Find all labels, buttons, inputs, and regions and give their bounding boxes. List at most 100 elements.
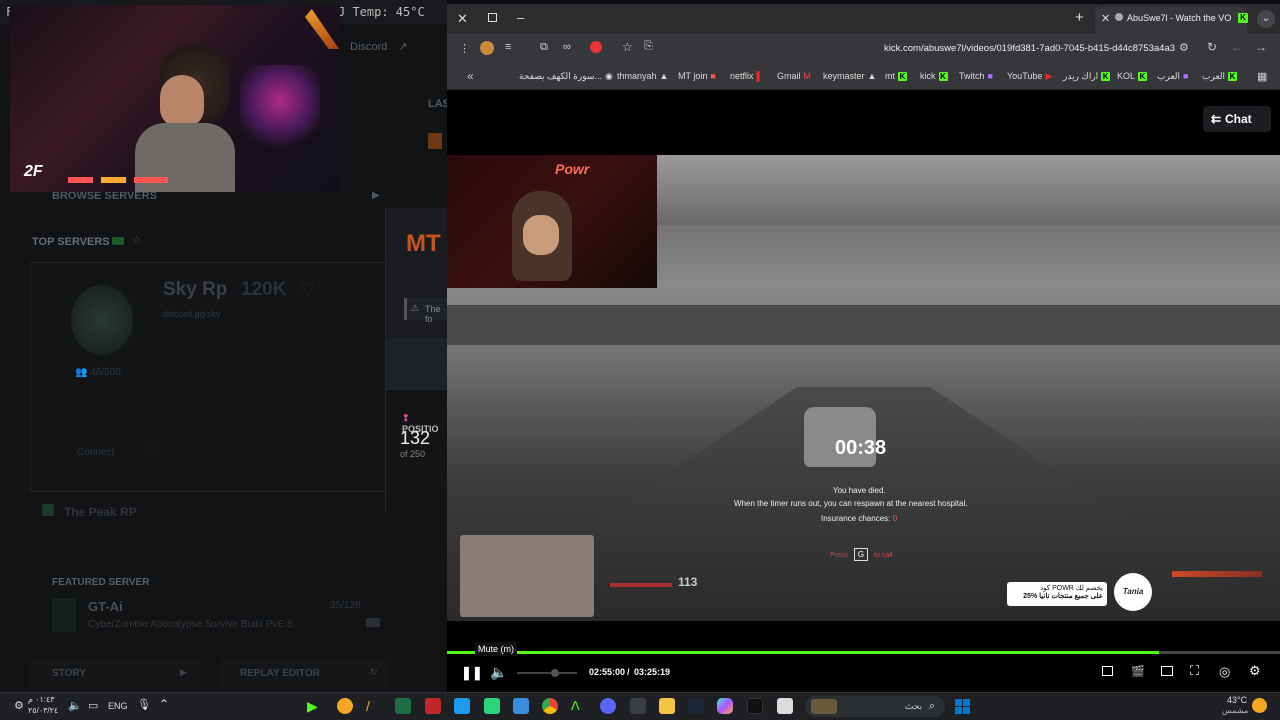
folder-app-icon[interactable] bbox=[659, 698, 675, 714]
menu-icon[interactable]: ⋮ bbox=[459, 42, 470, 55]
bookmark-item[interactable]: mt K bbox=[885, 71, 907, 82]
store-app-icon[interactable] bbox=[630, 698, 646, 714]
tiktok-app-icon[interactable] bbox=[747, 698, 763, 714]
weather-temp[interactable]: 43°C bbox=[1227, 695, 1247, 705]
reload-icon[interactable]: ↻ bbox=[1207, 40, 1217, 54]
language-indicator[interactable]: ENG bbox=[108, 701, 128, 711]
new-tab-icon[interactable]: + bbox=[1075, 9, 1084, 26]
bookmarks-overflow-icon[interactable]: « bbox=[467, 69, 474, 83]
star-icon[interactable]: ☆ bbox=[132, 235, 141, 246]
bookmark-item[interactable]: keymaster ▲ bbox=[823, 71, 876, 81]
bookmark-item[interactable]: سورة الكهف بصفحة... ◉ bbox=[519, 71, 613, 82]
settings-tray-icon[interactable]: ⚙ bbox=[14, 699, 24, 712]
heart-icon[interactable]: ♡ bbox=[301, 280, 314, 298]
bookmarks-bar: « سورة الكهف بصفحة... ◉ thmanyah ▲ MT join… bbox=[447, 64, 1280, 90]
press-prompt: Press G to call bbox=[830, 548, 892, 561]
photos-app-icon[interactable] bbox=[513, 698, 529, 714]
server-name: Sky Rp bbox=[163, 279, 228, 300]
bookmark-item[interactable]: العرب ■ bbox=[1157, 71, 1188, 82]
weather-desc[interactable]: مشمس bbox=[1222, 706, 1248, 715]
play-app-icon[interactable]: ▶ bbox=[307, 698, 323, 714]
forward-icon[interactable]: → bbox=[1255, 40, 1267, 54]
video-player[interactable]: Powr 00:38 You have died. When the timer… bbox=[447, 155, 1280, 621]
clock-time[interactable]: ٠١:٤٣ م bbox=[28, 695, 55, 704]
kick-icon: K bbox=[1138, 72, 1148, 82]
bookmark-item[interactable]: KOL K bbox=[1117, 71, 1148, 82]
play-icon[interactable]: ▶ bbox=[372, 190, 380, 201]
tray-overflow-icon[interactable]: ⌃ bbox=[159, 697, 169, 711]
peak-rp-label[interactable]: The Peak RP bbox=[64, 505, 137, 519]
extensions-icon[interactable]: ⧉ bbox=[540, 41, 548, 54]
bookmark-item[interactable]: MT join ■ bbox=[678, 71, 716, 81]
time-separator: / bbox=[627, 667, 630, 677]
feather-app-icon[interactable]: / bbox=[366, 698, 382, 714]
chat-button[interactable]: ⇇ Chat bbox=[1203, 106, 1271, 132]
reading-list-icon[interactable]: ≡ bbox=[505, 41, 511, 53]
settings-gear-icon[interactable]: ⚙ bbox=[1249, 663, 1261, 679]
site-settings-icon[interactable]: ⚙ bbox=[1179, 41, 1189, 54]
network-tray-icon[interactable]: ▭ bbox=[88, 699, 98, 712]
bookmark-item[interactable]: العرب K bbox=[1202, 71, 1238, 82]
hud-bar bbox=[1172, 571, 1262, 577]
microphone-tray-icon[interactable]: 🎙 bbox=[137, 698, 151, 711]
close-window-icon[interactable]: ✕ bbox=[457, 11, 468, 27]
pip-icon[interactable] bbox=[1102, 666, 1113, 676]
back-icon[interactable]: ← bbox=[1231, 40, 1243, 54]
bookmark-item[interactable]: kick K bbox=[920, 71, 948, 82]
steam-app-icon[interactable] bbox=[688, 698, 704, 714]
glasses-icon[interactable]: ∞ bbox=[563, 41, 571, 53]
volume-slider[interactable] bbox=[517, 669, 577, 677]
replay-editor-tab[interactable]: REPLAY EDITOR ↻ bbox=[220, 658, 390, 688]
speaker-tray-icon[interactable]: 🔈 bbox=[68, 699, 82, 712]
volume-icon[interactable]: 🔈 bbox=[490, 664, 507, 681]
adblock-icon[interactable] bbox=[590, 41, 602, 53]
progress-track[interactable] bbox=[447, 651, 1280, 654]
clock-date[interactable]: ٢٥/٠٣/٢٤ bbox=[28, 706, 58, 715]
bookmark-item[interactable]: اراك ريدر K bbox=[1063, 71, 1111, 82]
bookmark-item[interactable]: YouTube ▶ bbox=[1007, 71, 1052, 82]
bookmark-item[interactable]: Twitch ■ bbox=[959, 71, 993, 81]
active-tab[interactable]: ✕ AbuSwe7l - Watch the VOD K bbox=[1095, 7, 1248, 34]
taskbar-search[interactable]: بحث ⌕ bbox=[805, 696, 945, 717]
tab-audio-icon bbox=[1115, 13, 1123, 21]
notepad-app-icon[interactable] bbox=[777, 698, 793, 714]
profile-avatar[interactable] bbox=[480, 41, 494, 55]
bookmark-item[interactable]: thmanyah ▲ bbox=[617, 71, 668, 81]
whatsapp-app-icon[interactable] bbox=[484, 698, 500, 714]
clip-icon[interactable]: 🎬 bbox=[1131, 665, 1145, 678]
tab-search-icon[interactable]: ⌄ bbox=[1257, 10, 1275, 28]
quality-icon[interactable]: ◎ bbox=[1219, 664, 1230, 680]
search-icon: ⌕ bbox=[929, 700, 936, 712]
windows-start-icon[interactable] bbox=[955, 699, 970, 714]
sun-icon[interactable] bbox=[1252, 698, 1267, 713]
connect-button[interactable]: Connect bbox=[77, 447, 114, 458]
twitter-app-icon[interactable] bbox=[454, 698, 470, 714]
rockstar-app-icon[interactable] bbox=[425, 698, 441, 714]
chrome-app-icon[interactable] bbox=[542, 698, 558, 714]
theater-mode-icon[interactable] bbox=[1161, 666, 1173, 676]
featured-name[interactable]: GT-Ai bbox=[88, 599, 123, 614]
bookmark-star-icon[interactable]: ☆ bbox=[622, 40, 633, 54]
tab-close-icon[interactable]: ✕ bbox=[1101, 12, 1110, 25]
favorite-icon[interactable]: ♡ bbox=[149, 445, 159, 458]
bookmark-label: العرب bbox=[1157, 71, 1181, 81]
translate-icon[interactable]: ⎘ bbox=[644, 40, 653, 53]
bookmark-item[interactable]: Gmail M bbox=[777, 71, 811, 81]
minimize-icon[interactable]: – bbox=[517, 10, 524, 25]
discord-link[interactable]: Discord ↗ bbox=[350, 40, 408, 53]
url-text[interactable]: kick.com/abuswe7l/videos/019fd381-7ad0-7… bbox=[884, 43, 1175, 54]
all-bookmarks-icon[interactable]: ▦ bbox=[1257, 70, 1267, 83]
terminal-app-icon[interactable]: Λ bbox=[571, 698, 587, 714]
top-server-card[interactable]: Sky Rp 120K ♡ discord.gg/sky 👥 48/500 Co… bbox=[30, 262, 390, 492]
excel-app-icon[interactable] bbox=[395, 698, 411, 714]
story-tab[interactable]: STORY ▶ bbox=[30, 658, 200, 688]
fullscreen-icon[interactable]: ⛶ bbox=[1190, 663, 1199, 679]
maximize-icon[interactable] bbox=[488, 13, 497, 22]
discord-app-icon[interactable] bbox=[600, 698, 616, 714]
chat-app-icon[interactable] bbox=[337, 698, 353, 714]
copilot-app-icon[interactable] bbox=[717, 698, 733, 714]
pause-icon[interactable]: ❚❚ bbox=[461, 665, 483, 681]
total-time: 03:25:19 bbox=[634, 667, 671, 677]
bookmark-item[interactable]: netflix ▌ bbox=[730, 71, 763, 81]
volume-knob[interactable] bbox=[551, 669, 559, 677]
